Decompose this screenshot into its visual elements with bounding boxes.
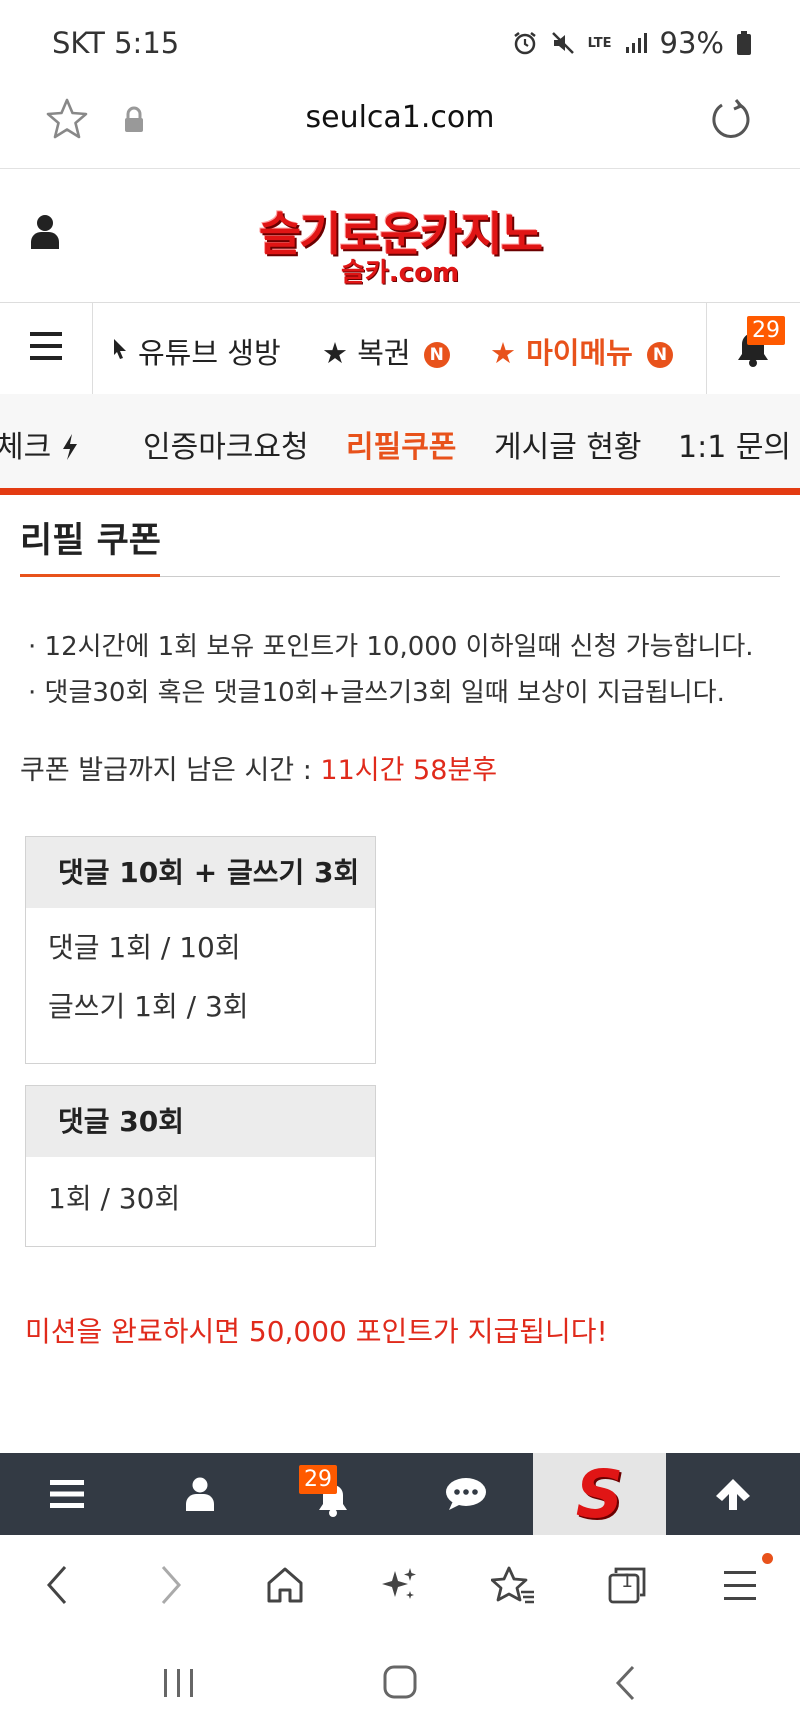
battery-icon: [737, 31, 751, 55]
mission-box-head: 댓글 30회: [26, 1086, 375, 1157]
mission-box-head: 댓글 10회 + 글쓰기 3회: [26, 837, 375, 908]
chevron-right-icon: [161, 1566, 182, 1604]
nav-item-label: 유튜브 생방: [138, 336, 281, 370]
site-bottom-bar: 29 S: [0, 1453, 800, 1535]
subnav-item-cert-request[interactable]: 인증마크요청: [143, 422, 309, 466]
notification-count: 29: [299, 1465, 337, 1494]
hamburger-icon: [49, 1480, 84, 1508]
new-badge: N: [646, 342, 673, 368]
mission-progress-row: 1회 / 30회: [48, 1182, 181, 1215]
home-nav-icon[interactable]: [383, 1665, 417, 1699]
page-title: 리필 쿠폰: [20, 521, 161, 561]
subnav-item-label: 체크: [0, 430, 52, 465]
remaining-time-row: 쿠폰 발급까지 남은 시간 : 11시간 58분후: [20, 748, 497, 787]
battery-percent: 93%: [659, 26, 724, 60]
new-badge: N: [423, 342, 450, 368]
carrier-time: SKT 5:15: [52, 26, 180, 60]
remaining-label: 쿠폰 발급까지 남은 시간 :: [20, 755, 321, 786]
bottom-chat-button[interactable]: [399, 1453, 532, 1535]
mute-icon: [551, 32, 574, 54]
nav-item-youtube[interactable]: 유튜브 생방: [138, 330, 281, 372]
bookmark-list-icon: [491, 1566, 534, 1604]
sub-nav: 체크 인증마크요청 리필쿠폰 게시글 현황 1:1 문의: [0, 394, 800, 495]
site-logo-letter: S: [575, 1455, 624, 1533]
nav-item-label: ★ 복권: [322, 336, 411, 370]
nav-item-lottery[interactable]: ★ 복권 N: [322, 330, 450, 372]
nav-item-mymenu[interactable]: ★ 마이메뉴 N: [490, 330, 673, 372]
mission-reward-text: 미션을 완료하시면 50,000 포인트가 지급됩니다!: [25, 1315, 608, 1348]
subnav-item-refill-coupon[interactable]: 리필쿠폰: [346, 422, 456, 466]
user-icon: [185, 1477, 214, 1511]
signal-icon: [625, 33, 647, 53]
lightning-icon: [62, 434, 77, 460]
bottom-user-button[interactable]: [133, 1453, 266, 1535]
status-icons: LTE 93%: [512, 26, 752, 60]
sparkle-icon: [382, 1568, 416, 1599]
remaining-time: 11시간 58분후: [320, 755, 498, 786]
info-line-2: · 댓글30회 혹은 댓글10회+글쓰기3회 일때 보상이 지급됩니다.: [28, 678, 725, 708]
title-accent-bar: [20, 574, 160, 577]
notifications-button[interactable]: 29: [706, 302, 800, 394]
bottom-logo-button[interactable]: S: [533, 1453, 666, 1535]
url-text[interactable]: seulca1.com: [0, 100, 800, 135]
mission-box-comments: 댓글 30회 1회 / 30회: [25, 1085, 376, 1247]
cursor-icon: [114, 339, 126, 359]
back-nav-icon[interactable]: [614, 1665, 636, 1701]
alarm-icon: [513, 32, 536, 55]
home-button[interactable]: [228, 1535, 342, 1635]
info-line-1: · 12시간에 1회 보유 포인트가 10,000 이하일때 신청 가능합니다.: [28, 632, 754, 662]
browser-bottom-nav: 1: [0, 1535, 800, 1635]
mission-progress-row: 글쓰기 1회 / 3회: [48, 990, 249, 1023]
bottom-notifications-button[interactable]: 29: [266, 1453, 399, 1535]
notification-count: 29: [747, 316, 785, 345]
recent-apps-icon[interactable]: [162, 1667, 196, 1699]
home-icon: [267, 1567, 303, 1603]
reload-icon[interactable]: [708, 98, 752, 142]
subnav-item-post-status[interactable]: 게시글 현황: [494, 422, 642, 466]
status-bar: SKT 5:15 LTE 93%: [0, 0, 800, 80]
site-header: 슬기로운카지노 슬카.com: [0, 168, 800, 303]
mission-progress-row: 댓글 1회 / 10회: [48, 931, 241, 964]
browser-menu-button[interactable]: [684, 1535, 800, 1635]
forward-button[interactable]: [114, 1535, 228, 1635]
subnav-item-inquiry[interactable]: 1:1 문의: [678, 422, 791, 466]
arrow-up-icon: [716, 1479, 750, 1510]
main-nav: 유튜브 생방 ★ 복권 N ★ 마이메뉴 N 29: [0, 302, 800, 395]
tab-count: 1: [620, 1570, 634, 1592]
bookmarks-button[interactable]: [456, 1535, 570, 1635]
back-button[interactable]: [0, 1535, 114, 1635]
system-nav-bar: [0, 1635, 800, 1734]
tabs-button[interactable]: 1: [570, 1535, 684, 1635]
mission-box-comment-post: 댓글 10회 + 글쓰기 3회 댓글 1회 / 10회 글쓰기 1회 / 3회: [25, 836, 376, 1064]
hamburger-icon: [30, 332, 62, 360]
bottom-menu-button[interactable]: [0, 1453, 133, 1535]
ai-sparkle-button[interactable]: [342, 1535, 456, 1635]
chevron-left-icon: [46, 1566, 67, 1604]
notification-dot: [762, 1553, 773, 1564]
subnav-item-check[interactable]: 체크: [0, 422, 79, 466]
nav-item-label: ★ 마이메뉴: [490, 336, 633, 370]
chat-bubble-icon: [445, 1478, 486, 1510]
network-label: LTE: [587, 35, 612, 51]
site-logo-sub[interactable]: 슬카.com: [0, 252, 800, 289]
scroll-top-button[interactable]: [666, 1453, 800, 1535]
browser-url-bar: seulca1.com: [0, 80, 800, 169]
hamburger-icon: [724, 1571, 756, 1600]
hamburger-menu-button[interactable]: [0, 302, 93, 394]
